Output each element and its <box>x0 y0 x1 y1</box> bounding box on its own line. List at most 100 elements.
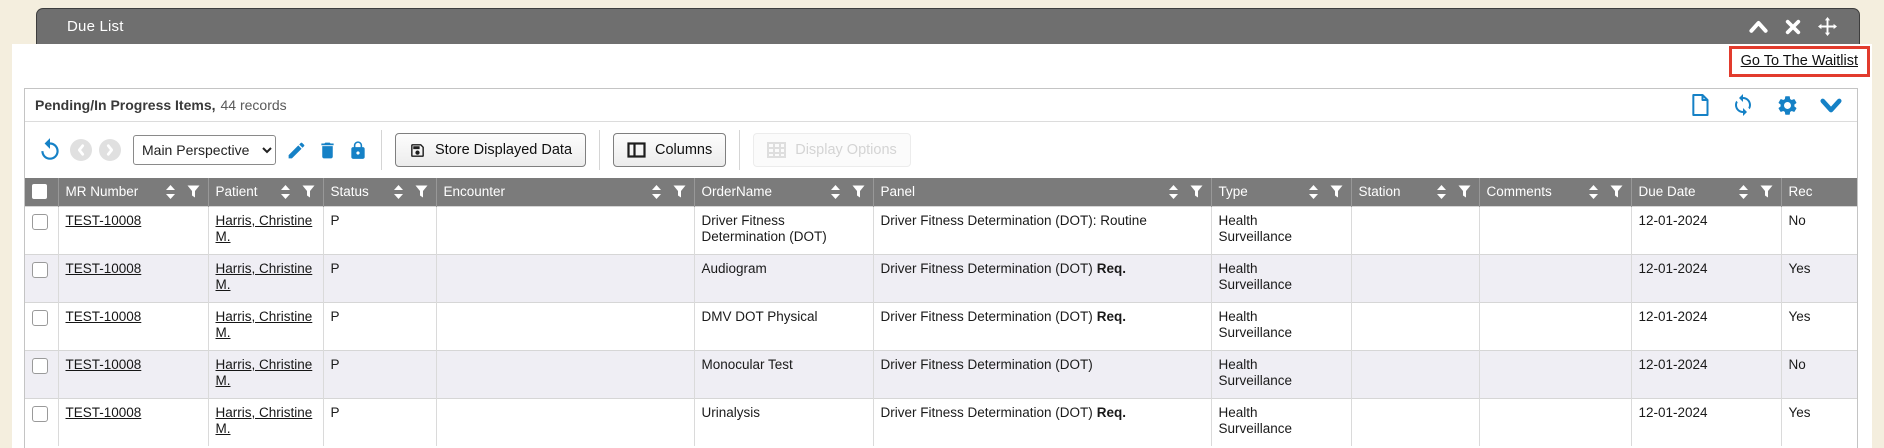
table-row: TEST-10008 Harris, Christine M. P DMV DO… <box>25 302 1858 350</box>
row-checkbox[interactable] <box>32 406 48 422</box>
sort-icon[interactable] <box>1308 185 1319 199</box>
status-cell: P <box>323 302 436 350</box>
column-header-panel[interactable]: Panel <box>873 178 1211 206</box>
encounter-cell <box>436 302 694 350</box>
panel-cell: Driver Fitness Determination (DOT) <box>873 350 1211 398</box>
panel-text: Driver Fitness Determination (DOT) <box>881 261 1093 276</box>
columns-button[interactable]: Columns <box>613 133 726 167</box>
row-checkbox[interactable] <box>32 262 48 278</box>
column-header-encounter[interactable]: Encounter <box>436 178 694 206</box>
station-cell <box>1351 398 1479 446</box>
collapse-chevron-up-icon[interactable] <box>1749 19 1768 34</box>
mr-number-link[interactable]: TEST-10008 <box>66 357 142 372</box>
toolbar-divider <box>739 130 740 170</box>
rec-cell: No <box>1781 350 1858 398</box>
sort-icon[interactable] <box>280 185 291 199</box>
column-header-rec[interactable]: Rec <box>1781 178 1858 206</box>
patient-link[interactable]: Harris, Christine M. <box>216 309 313 341</box>
due-list-panel: Pending/In Progress Items, 44 records <box>24 88 1858 448</box>
panel-req-flag: Req. <box>1097 261 1126 276</box>
select-all-checkbox[interactable] <box>32 184 47 199</box>
sort-icon[interactable] <box>1588 185 1599 199</box>
filter-icon[interactable] <box>852 185 865 198</box>
ordername-cell: Driver Fitness Determination (DOT) <box>694 206 873 254</box>
table-header-row: MR Number Patient Status Encounter Order… <box>25 178 1858 206</box>
filter-icon[interactable] <box>415 185 428 198</box>
column-label: Rec <box>1789 184 1813 199</box>
column-header-due-date[interactable]: Due Date <box>1631 178 1781 206</box>
mr-number-link[interactable]: TEST-10008 <box>66 405 142 420</box>
waitlist-highlight-box: Go To The Waitlist <box>1729 46 1870 77</box>
gear-icon[interactable] <box>1776 94 1799 117</box>
sort-icon[interactable] <box>393 185 404 199</box>
filter-icon[interactable] <box>1610 185 1623 198</box>
column-header-mr-number[interactable]: MR Number <box>58 178 208 206</box>
ordername-cell: Audiogram <box>694 254 873 302</box>
edit-pencil-icon[interactable] <box>286 140 307 161</box>
column-header-comments[interactable]: Comments <box>1479 178 1631 206</box>
sort-icon[interactable] <box>830 185 841 199</box>
display-options-grid-icon <box>767 142 786 158</box>
panel-req-flag: Req. <box>1097 405 1126 420</box>
window-title: Due List <box>67 18 124 35</box>
lock-icon[interactable] <box>348 140 368 161</box>
store-displayed-data-button[interactable]: Store Displayed Data <box>395 133 586 167</box>
comments-cell <box>1479 206 1631 254</box>
patient-link[interactable]: Harris, Christine M. <box>216 261 313 293</box>
filter-icon[interactable] <box>1458 185 1471 198</box>
chevron-down-icon[interactable] <box>1820 98 1842 113</box>
sort-icon[interactable] <box>1168 185 1179 199</box>
panel-text: Driver Fitness Determination (DOT) <box>881 357 1093 372</box>
close-icon[interactable] <box>1785 19 1801 35</box>
previous-perspective-button[interactable] <box>70 139 92 161</box>
mr-number-link[interactable]: TEST-10008 <box>66 213 142 228</box>
filter-icon[interactable] <box>302 185 315 198</box>
filter-icon[interactable] <box>187 185 200 198</box>
trash-icon[interactable] <box>317 140 338 161</box>
filter-icon[interactable] <box>673 185 686 198</box>
mr-number-link[interactable]: TEST-10008 <box>66 261 142 276</box>
undo-icon[interactable] <box>37 137 63 163</box>
column-header-station[interactable]: Station <box>1351 178 1479 206</box>
toolbar: Main Perspective Store Displayed Data Co… <box>25 122 1857 178</box>
new-document-icon[interactable] <box>1690 93 1710 117</box>
column-label: Patient <box>216 184 258 199</box>
refresh-icon[interactable] <box>1731 93 1755 117</box>
station-cell <box>1351 302 1479 350</box>
encounter-cell <box>436 398 694 446</box>
row-checkbox[interactable] <box>32 310 48 326</box>
panel-record-count: 44 records <box>221 97 287 113</box>
status-cell: P <box>323 254 436 302</box>
sort-icon[interactable] <box>165 185 176 199</box>
row-checkbox[interactable] <box>32 358 48 374</box>
sort-icon[interactable] <box>1436 185 1447 199</box>
toolbar-divider <box>599 130 600 170</box>
sort-icon[interactable] <box>651 185 662 199</box>
encounter-cell <box>436 254 694 302</box>
columns-label: Columns <box>655 142 712 158</box>
due-date-cell: 12-01-2024 <box>1631 302 1781 350</box>
move-icon[interactable] <box>1818 17 1837 36</box>
column-header-status[interactable]: Status <box>323 178 436 206</box>
rec-cell: Yes <box>1781 302 1858 350</box>
go-to-waitlist-link[interactable]: Go To The Waitlist <box>1741 53 1858 69</box>
filter-icon[interactable] <box>1760 185 1773 198</box>
row-checkbox[interactable] <box>32 214 48 230</box>
column-header-patient[interactable]: Patient <box>208 178 323 206</box>
patient-link[interactable]: Harris, Christine M. <box>216 405 313 437</box>
due-date-cell: 12-01-2024 <box>1631 350 1781 398</box>
mr-number-link[interactable]: TEST-10008 <box>66 309 142 324</box>
comments-cell <box>1479 254 1631 302</box>
patient-link[interactable]: Harris, Christine M. <box>216 357 313 389</box>
sort-icon[interactable] <box>1738 185 1749 199</box>
column-header-type[interactable]: Type <box>1211 178 1351 206</box>
perspective-select[interactable]: Main Perspective <box>133 135 276 165</box>
panel-cell: Driver Fitness Determination (DOT): Rout… <box>873 206 1211 254</box>
column-label: Panel <box>881 184 916 199</box>
ordername-cell: Urinalysis <box>694 398 873 446</box>
filter-icon[interactable] <box>1330 185 1343 198</box>
next-perspective-button[interactable] <box>99 139 121 161</box>
column-header-ordername[interactable]: OrderName <box>694 178 873 206</box>
patient-link[interactable]: Harris, Christine M. <box>216 213 313 245</box>
filter-icon[interactable] <box>1190 185 1203 198</box>
